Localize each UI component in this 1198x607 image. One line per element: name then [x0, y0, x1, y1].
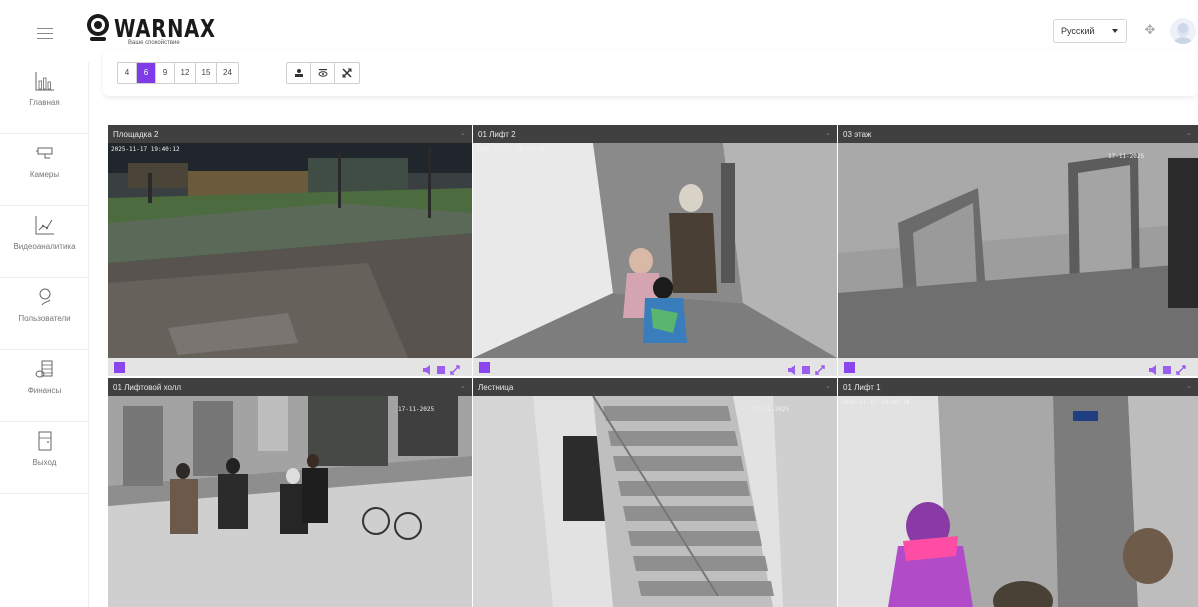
coins-icon — [35, 360, 53, 378]
sidebar-item-label: Финансы — [27, 386, 62, 395]
grid-24-button[interactable]: 24 — [217, 63, 238, 83]
sidebar-item-label: Выход — [32, 458, 57, 467]
layout-toolbar: 4 6 9 12 15 24 — [103, 50, 1198, 96]
chevron-down-icon[interactable]: ⌄ — [460, 129, 466, 137]
camera-title: 01 Лифт 2 — [478, 130, 516, 139]
camera-video[interactable] — [473, 396, 837, 607]
door-icon — [38, 431, 52, 451]
camera-timestamp: 17-11-2025 — [398, 406, 435, 413]
language-select[interactable]: Русский — [1053, 19, 1127, 43]
camera-header: Площадка 2 ⌄ — [108, 125, 472, 143]
camera-title: 01 Лифт 1 — [843, 383, 881, 392]
sidebar-item-users[interactable]: Пользователи — [0, 278, 89, 350]
camera-video[interactable] — [473, 143, 837, 358]
camera-title: 01 Лифтовой холл — [113, 383, 182, 392]
sidebar: Главная Камеры Видеоаналитика Пользовате… — [0, 62, 89, 607]
camera-timestamp: 2025-11-17 19:40:18 — [476, 146, 545, 153]
grid-9-button[interactable]: 9 — [156, 63, 175, 83]
camera-footer — [473, 358, 837, 376]
grid-4-button[interactable]: 4 — [118, 63, 137, 83]
grid-15-button[interactable]: 15 — [196, 63, 217, 83]
sidebar-item-home[interactable]: Главная — [0, 62, 89, 134]
camera-tile[interactable]: Площадка 2 ⌄ 2025-11-17 19:40:12 — [108, 125, 472, 376]
logo[interactable]: WARNAX Ваше спокойствие — [84, 12, 215, 48]
chart-icon — [35, 72, 54, 91]
fullscreen-icon[interactable] — [450, 362, 460, 375]
camera-icon — [36, 147, 53, 159]
view-options — [286, 62, 360, 84]
fullscreen-icon[interactable] — [815, 362, 825, 375]
camera-video[interactable] — [108, 396, 472, 607]
grid-6-button[interactable]: 6 — [137, 63, 156, 83]
camera-header: 03 этаж ⌄ — [838, 125, 1198, 143]
grid-size-selector: 4 6 9 12 15 24 — [117, 62, 239, 84]
camera-tile[interactable]: 01 Лифт 2 ⌄ 2025-11-17 19:40:18 — [473, 125, 837, 376]
record-icon[interactable] — [114, 362, 125, 373]
volume-icon[interactable] — [1148, 362, 1158, 375]
fullscreen-icon[interactable] — [1176, 362, 1186, 375]
sidebar-item-logout[interactable]: Выход — [0, 422, 89, 494]
chevron-down-icon — [1112, 29, 1118, 33]
camera-video[interactable] — [838, 143, 1198, 358]
sidebar-item-label: Видеоаналитика — [13, 242, 76, 251]
brand-tagline: Ваше спокойствие — [128, 40, 180, 46]
shuffle-icon[interactable] — [335, 63, 359, 83]
camera-timestamp: 17-11-2025 — [753, 406, 790, 413]
camera-title: Лестница — [478, 383, 514, 392]
volume-icon[interactable] — [787, 362, 797, 375]
chevron-down-icon[interactable]: ⌄ — [1186, 382, 1192, 390]
sidebar-item-analytics[interactable]: Видеоаналитика — [0, 206, 89, 278]
screenshot-icon[interactable] — [1162, 362, 1172, 374]
brand-name: WARNAX — [114, 14, 216, 43]
camera-header: 01 Лифтовой холл ⌄ — [108, 378, 472, 396]
camera-header: Лестница ⌄ — [473, 378, 837, 396]
sidebar-item-label: Камеры — [29, 170, 60, 179]
chevron-down-icon[interactable]: ⌄ — [825, 129, 831, 137]
camera-video[interactable] — [108, 143, 472, 358]
record-icon[interactable] — [844, 362, 855, 373]
eye-icon[interactable] — [311, 63, 335, 83]
avatar[interactable] — [1170, 18, 1196, 44]
sidebar-item-finance[interactable]: Финансы — [0, 350, 89, 422]
camera-footer — [108, 358, 472, 376]
volume-icon[interactable] — [422, 362, 432, 375]
screenshot-icon[interactable] — [801, 362, 811, 374]
sidebar-item-cameras[interactable]: Камеры — [0, 134, 89, 206]
sidebar-item-label: Пользователи — [18, 314, 71, 323]
chevron-down-icon[interactable]: ⌄ — [825, 382, 831, 390]
camera-tile[interactable]: 03 этаж ⌄ 17-11-2025 — [838, 125, 1198, 376]
move-icon[interactable]: ✥ — [1142, 22, 1158, 38]
sidebar-item-label: Главная — [29, 98, 60, 107]
person-icon[interactable] — [287, 63, 311, 83]
camera-timestamp: 2025-11-17 19:40:18 — [841, 399, 910, 406]
language-value: Русский — [1061, 26, 1095, 36]
webcam-logo-icon — [87, 14, 109, 41]
camera-tile[interactable]: 01 Лифтовой холл ⌄ 17-11-2025 — [108, 378, 472, 607]
chevron-down-icon[interactable]: ⌄ — [460, 382, 466, 390]
record-icon[interactable] — [479, 362, 490, 373]
grid-12-button[interactable]: 12 — [175, 63, 196, 83]
analytics-icon — [35, 216, 54, 235]
camera-video[interactable] — [838, 396, 1198, 607]
camera-footer — [838, 358, 1198, 376]
camera-title: 03 этаж — [843, 130, 872, 139]
camera-tile[interactable]: 01 Лифт 1 ⌄ 2025-11-17 19:40:18 — [838, 378, 1198, 607]
chevron-down-icon[interactable]: ⌄ — [1186, 129, 1192, 137]
screenshot-icon[interactable] — [436, 362, 446, 374]
hamburger-menu-icon[interactable] — [37, 28, 53, 39]
camera-tile[interactable]: Лестница ⌄ 17-11-2025 — [473, 378, 837, 607]
camera-timestamp: 17-11-2025 — [1108, 153, 1145, 160]
camera-header: 01 Лифт 2 ⌄ — [473, 125, 837, 143]
camera-header: 01 Лифт 1 ⌄ — [838, 378, 1198, 396]
user-icon — [39, 288, 51, 306]
camera-timestamp: 2025-11-17 19:40:12 — [111, 146, 180, 153]
camera-title: Площадка 2 — [113, 130, 159, 139]
